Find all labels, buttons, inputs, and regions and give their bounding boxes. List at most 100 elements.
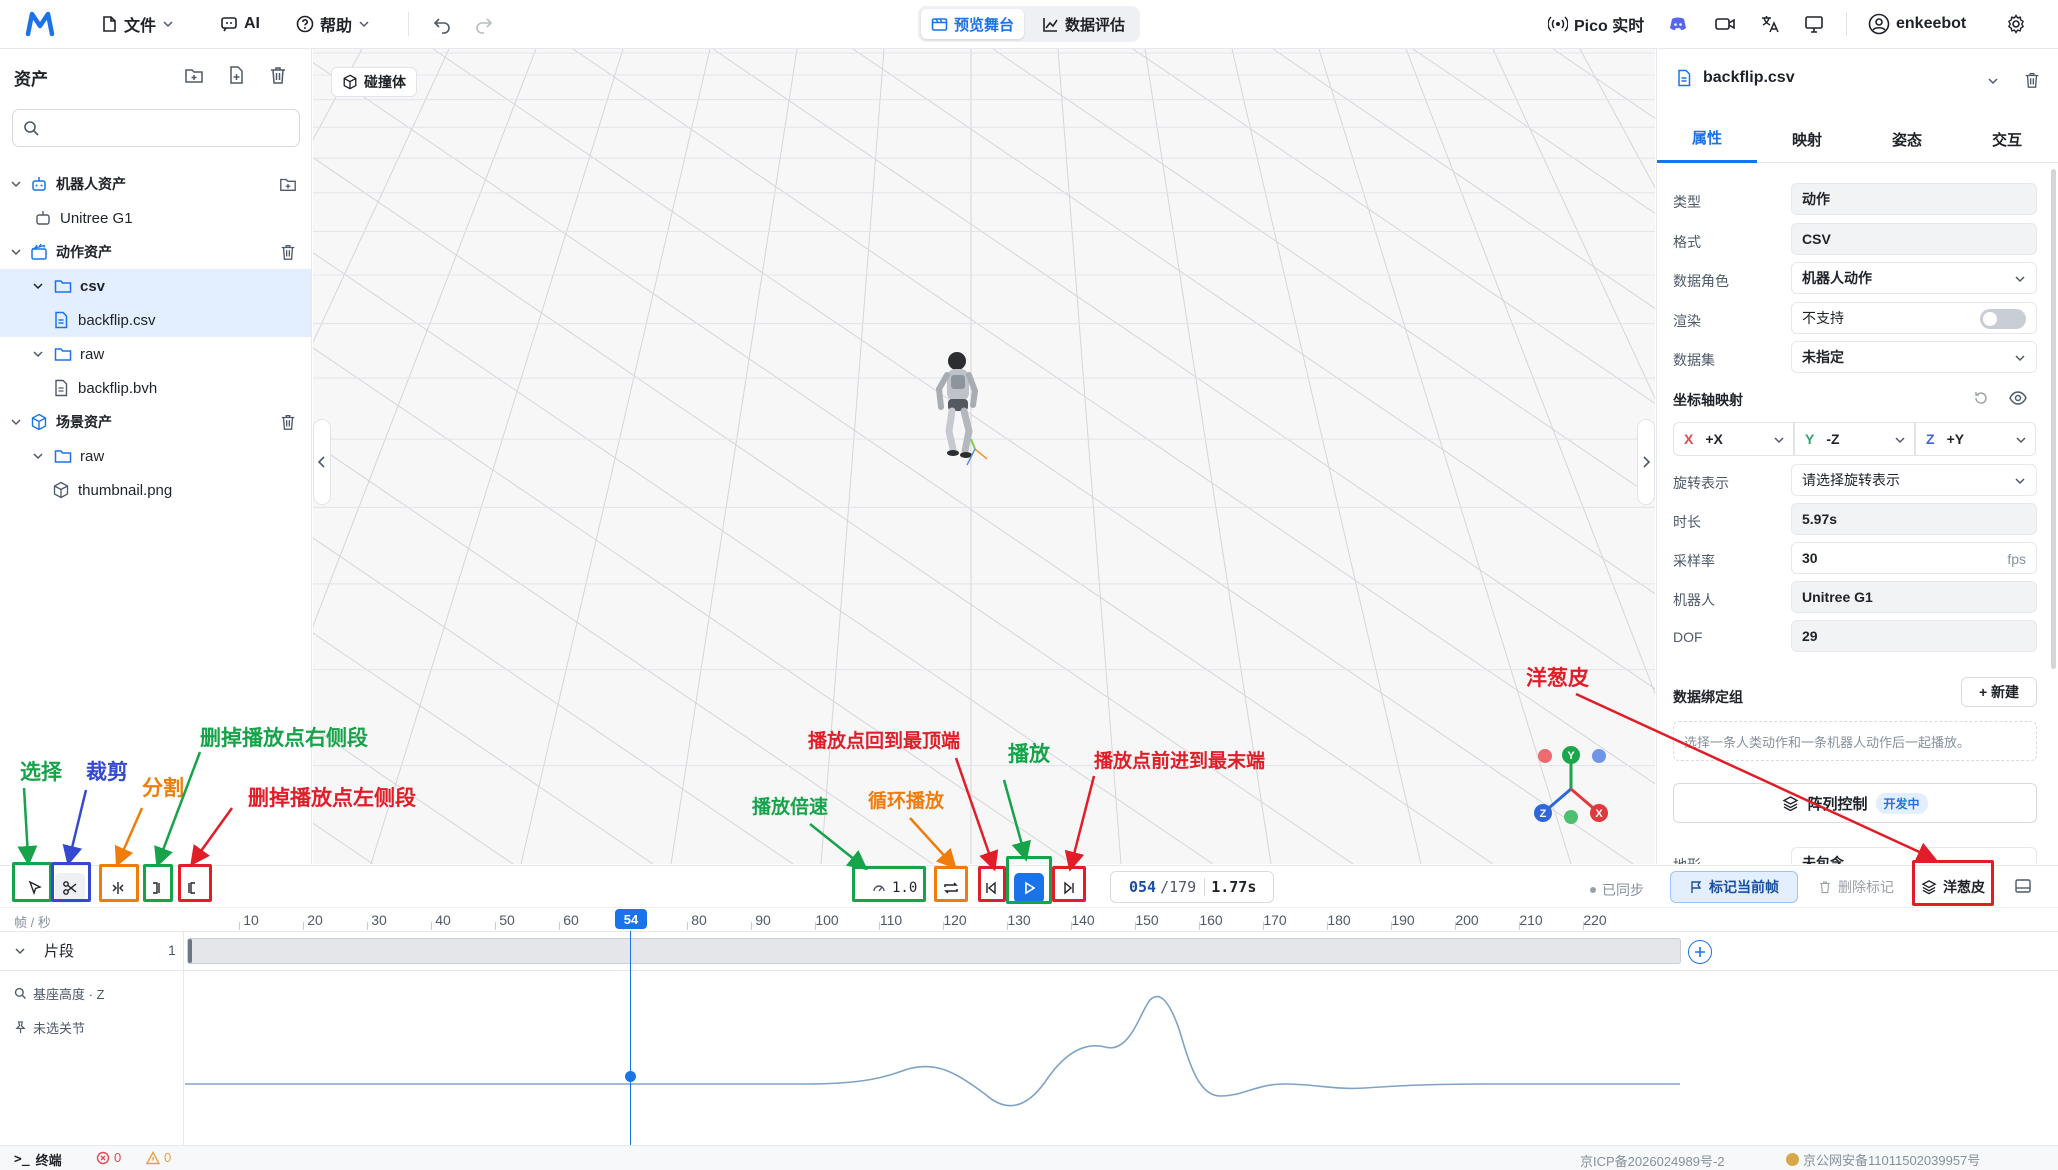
trash-icon xyxy=(271,67,285,84)
3d-viewport[interactable]: 碰撞体 Y Z X xyxy=(313,49,1655,864)
tree-file-backflip-csv[interactable]: backflip.csv xyxy=(0,303,311,337)
tab-mapping[interactable]: 映射 xyxy=(1757,115,1857,163)
tree-label: csv xyxy=(80,277,106,295)
search-icon xyxy=(24,121,39,136)
file-menu[interactable]: 文件 xyxy=(100,10,174,38)
tab-preview-stage[interactable]: 预览舞台 xyxy=(921,9,1025,39)
tree-group-robot-assets[interactable]: 机器人资产 xyxy=(0,167,311,201)
settings-button[interactable] xyxy=(2006,14,2026,34)
folder-plus-icon[interactable] xyxy=(279,175,297,193)
data-role-select[interactable]: 机器人动作 xyxy=(1791,262,2037,294)
reset-icon[interactable] xyxy=(1973,390,1989,406)
segment-handle[interactable] xyxy=(188,939,192,963)
tree-item-unitree-g1[interactable]: Unitree G1 xyxy=(0,201,311,235)
collapse-left-panel-button[interactable] xyxy=(313,419,331,505)
prop-robot-label: 机器人 xyxy=(1673,592,1715,608)
collapse-right-panel-button[interactable] xyxy=(1637,419,1655,505)
chevron-down-icon[interactable] xyxy=(1987,75,1999,87)
terminal-icon: >_ xyxy=(14,1152,30,1167)
mark-frame-button[interactable]: 标记当前帧 xyxy=(1670,871,1798,903)
undo-icon xyxy=(433,18,450,34)
ruler-tick-label: 80 xyxy=(691,912,707,928)
joint-track-header[interactable]: 未选关节 xyxy=(14,1018,85,1037)
police-record-text: 京公网安备11011502039957号 xyxy=(1803,1153,1981,1168)
error-count[interactable]: 0 xyxy=(96,1150,121,1165)
ruler-tick-label: 110 xyxy=(879,912,903,928)
current-frame[interactable]: 054 xyxy=(1129,878,1156,896)
ruler-tick-mark xyxy=(943,922,944,930)
new-binding-button[interactable]: + 新建 xyxy=(1961,677,2037,707)
dataset-select[interactable]: 未指定 xyxy=(1791,341,2037,373)
trash-icon[interactable] xyxy=(279,413,297,431)
axis-y-select[interactable]: Y -Z xyxy=(1794,422,1915,456)
ruler-tick-label: 100 xyxy=(815,912,839,928)
annotation-to-start: 播放点回到最顶端 xyxy=(808,730,961,752)
tree-file-thumbnail[interactable]: thumbnail.png xyxy=(0,473,311,507)
ruler-tick-label: 140 xyxy=(1071,912,1095,928)
discord-button[interactable] xyxy=(1668,14,1688,34)
tab-pose[interactable]: 姿态 xyxy=(1857,115,1957,163)
video-icon xyxy=(1715,18,1735,30)
tab-properties[interactable]: 属性 xyxy=(1657,115,1757,163)
translate-button[interactable] xyxy=(1760,14,1780,34)
render-toggle[interactable] xyxy=(1980,309,2026,329)
tree-folder-csv[interactable]: csv xyxy=(0,269,311,303)
segment-clip[interactable] xyxy=(187,938,1681,964)
rotation-select[interactable]: 请选择旋转表示 xyxy=(1791,464,2037,496)
import-file-button[interactable] xyxy=(226,65,246,85)
redo-button[interactable] xyxy=(474,14,494,34)
annotation-box-to-end xyxy=(1052,866,1086,902)
tree-file-backflip-bvh[interactable]: backflip.bvh xyxy=(0,371,311,405)
collider-toggle-button[interactable]: 碰撞体 xyxy=(331,67,417,97)
trash-icon[interactable] xyxy=(279,243,297,261)
ruler-tick-mark xyxy=(1455,922,1456,930)
delete-asset-button[interactable] xyxy=(268,65,288,85)
chevron-down-icon xyxy=(2015,276,2025,283)
annotation-box-loop xyxy=(934,866,968,902)
trash-icon xyxy=(1820,881,1830,894)
curve-track-header[interactable]: 基座高度 · Z xyxy=(14,984,105,1003)
array-control-button[interactable]: 阵列控制 开发中 xyxy=(1673,783,2037,823)
tree-folder-raw[interactable]: raw xyxy=(0,337,311,371)
new-folder-button[interactable] xyxy=(184,65,204,85)
help-menu[interactable]: 帮助 xyxy=(296,10,370,38)
axis-x-select[interactable]: X +X xyxy=(1673,422,1794,456)
eye-icon[interactable] xyxy=(2009,390,2027,406)
axis-gizmo[interactable]: Y Z X xyxy=(1523,741,1619,837)
user-menu[interactable]: enkeebot xyxy=(1868,10,1966,38)
warning-count[interactable]: 0 xyxy=(146,1150,171,1165)
camera-button[interactable] xyxy=(1714,14,1736,34)
ai-menu[interactable]: AI xyxy=(220,10,260,38)
redo-icon xyxy=(476,18,493,34)
undo-button[interactable] xyxy=(432,14,452,34)
asset-search-input[interactable] xyxy=(12,109,300,147)
segment-track-header[interactable]: 片段 xyxy=(14,940,74,961)
cube-icon xyxy=(53,481,69,499)
terminal-button[interactable]: >_ 终端 xyxy=(14,1150,62,1169)
monitor-button[interactable] xyxy=(1804,14,1824,34)
delete-mark-button[interactable]: 删除标记 xyxy=(1806,871,1906,903)
ruler-tick-mark xyxy=(1007,922,1008,930)
panel-layout-button[interactable] xyxy=(2014,877,2032,895)
folder-icon xyxy=(54,280,72,293)
tree-group-motion-assets[interactable]: 动作资产 xyxy=(0,235,311,269)
total-frames: /179 xyxy=(1160,878,1197,896)
trash-icon[interactable] xyxy=(2023,71,2041,89)
police-record-link[interactable]: 京公网安备11011502039957号 xyxy=(1786,1150,1980,1169)
icp-link[interactable]: 京ICP备2026024989号-2 xyxy=(1580,1151,1725,1170)
tree-folder-raw-scene[interactable]: raw xyxy=(0,439,311,473)
base-height-curve[interactable] xyxy=(185,972,1685,1146)
sample-rate-input[interactable]: 30 fps xyxy=(1791,542,2037,574)
inspector-scrollbar[interactable] xyxy=(2051,169,2056,669)
view-switcher: 预览舞台 数据评估 xyxy=(918,6,1140,42)
chevron-down-icon xyxy=(33,351,43,358)
add-segment-button[interactable] xyxy=(1688,940,1712,964)
tab-data-eval[interactable]: 数据评估 xyxy=(1032,9,1135,39)
axis-z-select[interactable]: Z +Y xyxy=(1915,422,2036,456)
app-logo[interactable] xyxy=(24,9,56,39)
timeline-ruler[interactable]: 帧 / 秒 1020304050607080901001101201301401… xyxy=(0,907,2058,931)
tree-group-scene-assets[interactable]: 场景资产 xyxy=(0,405,311,439)
pico-live-button[interactable]: Pico 实时 xyxy=(1548,10,1644,38)
tab-interaction[interactable]: 交互 xyxy=(1957,115,2057,163)
playhead-marker[interactable]: 54 xyxy=(615,909,647,929)
